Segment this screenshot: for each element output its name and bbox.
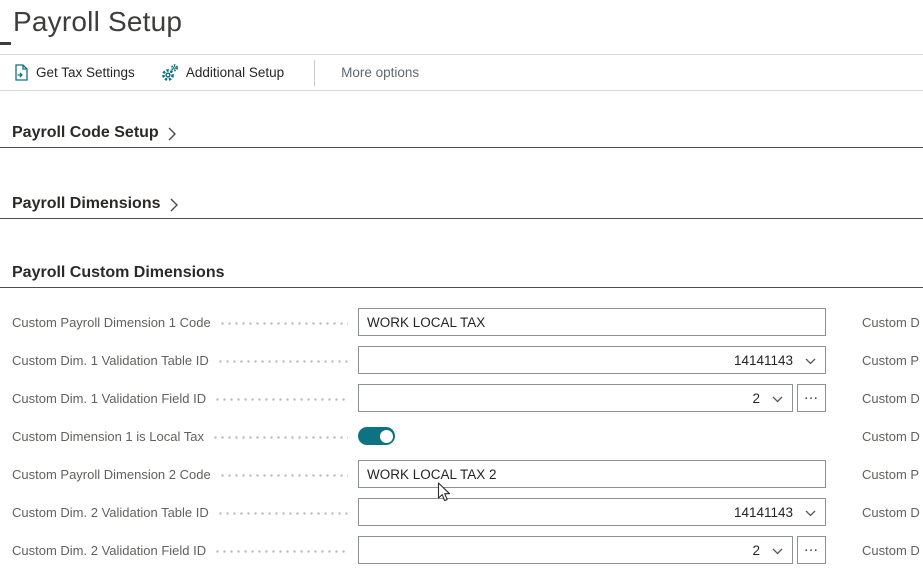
- section-payroll-custom-dimensions: Payroll Custom Dimensions: [0, 259, 923, 288]
- assist-edit-button[interactable]: …: [797, 536, 826, 564]
- field-label: Custom Dim. 1 Validation Field ID: [12, 391, 206, 406]
- field-label: Custom Payroll Dimension 1 Code: [12, 315, 211, 330]
- field-label: Custom Dimension 1 is Local Tax: [12, 429, 204, 444]
- right-column-label: Custom D: [862, 315, 920, 330]
- chevron-right-icon: [168, 127, 177, 141]
- field-row: Custom D: [862, 379, 923, 417]
- right-column-fields: Custom D Custom P Custom D Custom D Cust…: [862, 303, 923, 569]
- right-column-label: Custom P: [862, 467, 919, 482]
- field-row: Custom D: [862, 303, 923, 341]
- field-label: Custom Dim. 1 Validation Table ID: [12, 353, 209, 368]
- title-underline-tick: [0, 42, 11, 45]
- ellipsis-icon: …: [804, 386, 820, 403]
- field-label: Custom Dim. 2 Validation Table ID: [12, 505, 209, 520]
- field-label: Custom Dim. 2 Validation Field ID: [12, 543, 206, 558]
- field-row: Custom P: [862, 455, 923, 493]
- field-label: Custom Payroll Dimension 2 Code: [12, 467, 211, 482]
- section-payroll-dimensions: Payroll Dimensions: [0, 190, 923, 219]
- get-tax-settings-button[interactable]: Get Tax Settings: [14, 64, 135, 81]
- field-row: Custom D: [862, 493, 923, 531]
- input-value: 14141143: [734, 353, 793, 368]
- input-value: 2: [752, 391, 760, 406]
- page-title: Payroll Setup: [13, 0, 182, 44]
- assist-edit-button[interactable]: …: [797, 384, 826, 412]
- chevron-down-icon: [805, 505, 816, 520]
- dotted-leader: [217, 360, 348, 363]
- custom-payroll-dimension-1-code-input[interactable]: WORK LOCAL TAX: [358, 308, 826, 336]
- dotted-leader: [214, 550, 348, 553]
- custom-dim-2-validation-field-id-dropdown[interactable]: 2: [358, 536, 793, 564]
- more-options-button[interactable]: More options: [341, 65, 419, 80]
- field-row: Custom D: [862, 417, 923, 455]
- chevron-right-icon: [170, 198, 179, 212]
- custom-payroll-dimension-2-code-input[interactable]: WORK LOCAL TAX 2: [358, 460, 826, 488]
- field-row: Custom P: [862, 341, 923, 379]
- dotted-leader: [217, 512, 348, 515]
- section-payroll-code-setup: Payroll Code Setup: [0, 119, 923, 148]
- action-label: Get Tax Settings: [36, 65, 135, 80]
- chevron-down-icon: [772, 543, 783, 558]
- right-column-label: Custom P: [862, 353, 919, 368]
- custom-dim-1-validation-field-id-dropdown[interactable]: 2: [358, 384, 793, 412]
- action-label: Additional Setup: [186, 65, 284, 80]
- toggle-knob: [380, 430, 393, 443]
- right-column-label: Custom D: [862, 391, 920, 406]
- input-value: WORK LOCAL TAX: [367, 315, 485, 330]
- input-value: WORK LOCAL TAX 2: [367, 467, 497, 482]
- chevron-down-icon: [805, 353, 816, 368]
- section-title: Payroll Dimensions: [12, 195, 161, 213]
- right-column-label: Custom D: [862, 505, 920, 520]
- custom-dimension-1-is-local-tax-toggle[interactable]: [358, 427, 395, 445]
- field-row: Custom Dim. 2 Validation Field ID 2 …: [12, 531, 826, 569]
- gears-icon: [161, 64, 179, 82]
- dotted-leader: [212, 436, 348, 439]
- field-row: Custom Dim. 1 Validation Table ID 141411…: [12, 341, 826, 379]
- toolbar-separator: [314, 60, 315, 86]
- custom-dim-1-validation-table-id-dropdown[interactable]: 14141143: [358, 346, 826, 374]
- right-column-label: Custom D: [862, 429, 920, 444]
- section-header-payroll-custom-dimensions[interactable]: Payroll Custom Dimensions: [12, 259, 923, 287]
- section-header-payroll-dimensions[interactable]: Payroll Dimensions: [12, 190, 923, 218]
- input-value: 2: [752, 543, 760, 558]
- section-header-payroll-code-setup[interactable]: Payroll Code Setup: [12, 119, 923, 147]
- ellipsis-icon: …: [804, 538, 820, 555]
- field-grid: Custom Payroll Dimension 1 Code WORK LOC…: [12, 303, 826, 569]
- field-row: Custom Dim. 1 Validation Field ID 2 …: [12, 379, 826, 417]
- field-row: Custom Payroll Dimension 2 Code WORK LOC…: [12, 455, 826, 493]
- field-row: Custom Dim. 2 Validation Table ID 141411…: [12, 493, 826, 531]
- section-title: Payroll Custom Dimensions: [12, 264, 225, 282]
- right-column-label: Custom D: [862, 543, 920, 558]
- custom-dim-2-validation-table-id-dropdown[interactable]: 14141143: [358, 498, 826, 526]
- action-bar: Get Tax Settings Additional Setup More o…: [0, 54, 923, 91]
- field-row: Custom Dimension 1 is Local Tax: [12, 417, 826, 455]
- document-arrow-icon: [14, 64, 29, 81]
- chevron-down-icon: [772, 391, 783, 406]
- input-value: 14141143: [734, 505, 793, 520]
- field-row: Custom D: [862, 531, 923, 569]
- dotted-leader: [219, 474, 348, 477]
- additional-setup-button[interactable]: Additional Setup: [161, 64, 284, 82]
- dotted-leader: [219, 322, 348, 325]
- dotted-leader: [214, 398, 348, 401]
- section-title: Payroll Code Setup: [12, 124, 159, 142]
- field-row: Custom Payroll Dimension 1 Code WORK LOC…: [12, 303, 826, 341]
